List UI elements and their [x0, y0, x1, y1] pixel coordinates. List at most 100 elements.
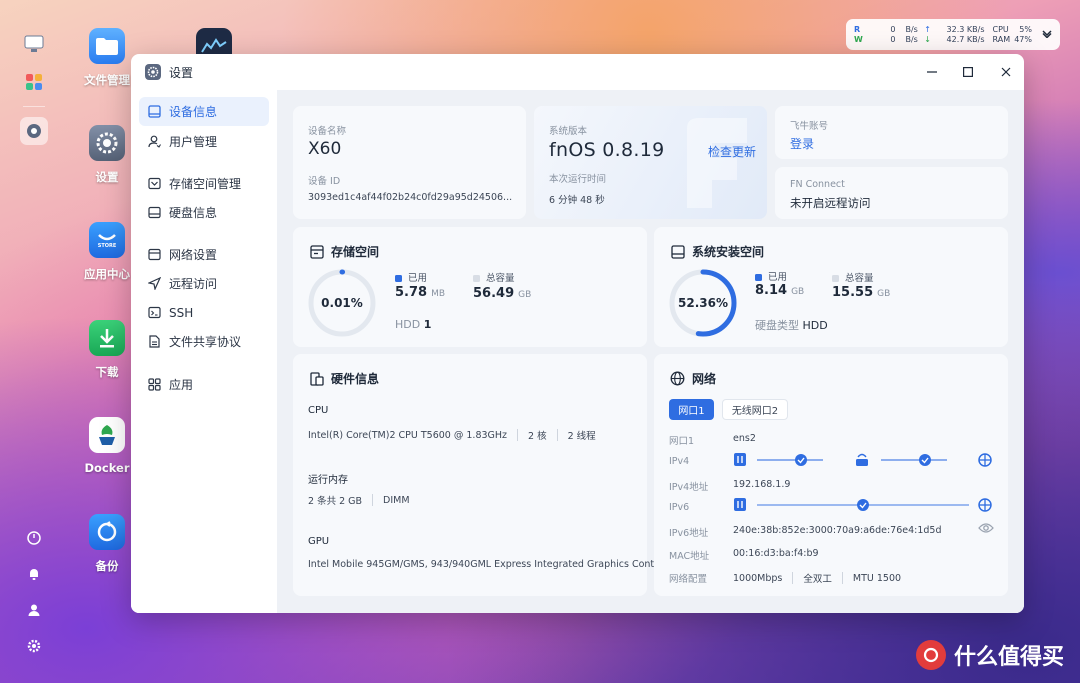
read-value: 0 [890, 24, 896, 34]
store-badge: STORE [97, 243, 117, 249]
download-arrow-icon: ↓ [924, 34, 931, 44]
maximize-button[interactable] [958, 62, 978, 82]
ram-info: 2 条共 2 GB DIMM [308, 493, 410, 507]
disk-icon [147, 206, 161, 220]
system-storage-card[interactable]: 系统安装空间 52.36% 已用 8.14 GB 总容量 15.55 GB 硬盘类型… [654, 227, 1008, 347]
system-storage-title: 系统安装空间 [670, 243, 764, 260]
ram-desc: 2 条共 2 GB [308, 496, 363, 507]
ssh-icon [147, 306, 161, 320]
user-icon[interactable] [20, 596, 48, 624]
app-label: 下载 [95, 365, 119, 379]
router-icon [856, 453, 868, 466]
divider [517, 429, 519, 441]
close-button[interactable] [996, 62, 1016, 82]
docker-icon [89, 417, 125, 453]
sidebar-item-users[interactable]: 用户管理 [139, 127, 269, 156]
storage-total-unit: GB [518, 290, 532, 300]
cpu-label: CPU [308, 405, 329, 416]
sidebar-item-storage[interactable]: 存储空间管理 [139, 169, 269, 198]
cpu-info: Intel(R) Core(TM)2 CPU T5600 @ 1.83GHz 2… [308, 428, 596, 442]
storage-used-number: 5.78 [395, 285, 428, 300]
window-title: 设置 [169, 65, 194, 80]
device-card: 设备名称 X60 设备 ID 3093ed1c4af44f02b24c0fd29… [293, 106, 526, 219]
storage-total-value: 56.49 GB [473, 286, 531, 301]
system-monitor-widget[interactable]: R W 0 0 B/s B/s ↑ ↓ 32.3 KB/s 42.7 KB/s … [846, 19, 1060, 50]
sidebar-item-label: 用户管理 [169, 135, 218, 149]
storage-used-label: 已用 [395, 270, 427, 284]
sidebar-item-remote[interactable]: 远程访问 [139, 269, 269, 298]
power-icon[interactable] [20, 524, 48, 552]
fn-connect-status: 未开启远程访问 [790, 196, 871, 210]
settings-content: 设备名称 X60 设备 ID 3093ed1c4af44f02b24c0fd29… [277, 90, 1024, 613]
network-title: 网络 [670, 370, 716, 387]
device-name-label: 设备名称 [308, 126, 347, 137]
login-link[interactable]: 登录 [790, 135, 814, 152]
folder-icon [89, 28, 125, 64]
mtu-value: MTU 1500 [852, 572, 902, 584]
store-icon: STORE [89, 222, 125, 258]
net-row-label: IPv4地址 [669, 482, 709, 493]
system-used-unit: GB [791, 287, 805, 297]
eye-icon[interactable] [978, 522, 994, 537]
storage-used-unit: MB [431, 289, 446, 299]
settings-dock-icon[interactable] [20, 117, 48, 145]
upload-speed: 32.3 KB/s [946, 24, 985, 34]
disk-type-label: 硬盘类型 [755, 319, 799, 332]
net-row-value: 192.168.1.9 [733, 479, 790, 490]
sidebar-item-apps[interactable]: 应用 [139, 370, 269, 399]
fn-connect-card[interactable]: FN Connect 未开启远程访问 [775, 167, 1008, 219]
app-label: 备份 [95, 559, 119, 573]
check-update-link[interactable]: 检查更新 [708, 143, 756, 160]
cpu-cores: 2 核 [528, 431, 547, 442]
sidebar-item-ssh[interactable]: SSH [139, 298, 269, 327]
desktop-icon[interactable] [20, 30, 48, 58]
system-total-unit: GB [877, 289, 891, 299]
sidebar-item-label: 硬盘信息 [169, 206, 218, 220]
sidebar-item-file-sharing[interactable]: 文件共享协议 [139, 327, 269, 356]
gear-icon[interactable] [20, 632, 48, 660]
device-id-label: 设备 ID [308, 176, 341, 187]
sidebar-item-network[interactable]: 网络设置 [139, 240, 269, 269]
net-row-label: MAC地址 [669, 551, 710, 562]
chevron-down-icon[interactable] [1042, 29, 1052, 40]
fn-connect-label: FN Connect [790, 179, 845, 190]
storage-title: 存储空间 [309, 243, 379, 260]
ipv6-topology [734, 498, 992, 512]
sidebar-item-device-info[interactable]: 设备信息 [139, 97, 269, 126]
settings-window: 设置 设备信息 用户管理 存储空间管理 硬盘信息 网络设置 远程访问 SSH 文… [131, 54, 1024, 613]
disk-type: 硬盘类型 HDD [755, 317, 828, 333]
net-row-label: IPv6 [669, 502, 690, 513]
duplex-mode: 全双工 [803, 574, 832, 585]
app-label: 文件管理 [84, 73, 130, 87]
storage-total-label: 总容量 [473, 270, 515, 284]
device-name: X60 [308, 139, 342, 159]
network-icon [147, 248, 161, 262]
settings-sidebar: 设备信息 用户管理 存储空间管理 硬盘信息 网络设置 远程访问 SSH 文件共享… [131, 90, 277, 613]
minimize-button[interactable] [922, 62, 942, 82]
account-label: 飞牛账号 [790, 121, 829, 132]
system-storage-percent: 52.36% [678, 296, 728, 310]
bell-icon[interactable] [20, 560, 48, 588]
legend-total-dot [473, 275, 480, 282]
divider [372, 494, 374, 506]
system-version-label: 系统版本 [549, 126, 588, 137]
tab-port1[interactable]: 网口1 [669, 399, 714, 420]
sidebar-item-label: 网络设置 [169, 248, 218, 262]
uptime-label: 本次运行时间 [549, 174, 607, 185]
sidebar-item-disk[interactable]: 硬盘信息 [139, 198, 269, 227]
net-row-value: 00:16:d3:ba:f4:b9 [733, 548, 819, 559]
apps-icon [147, 378, 161, 392]
net-row-label: 网络配置 [669, 574, 708, 585]
storage-card[interactable]: 存储空间 0.01% 已用 5.78 MB 总容量 56.49 GB HDD 1 [293, 227, 647, 347]
hardware-card: 硬件信息 CPU Intel(R) Core(TM)2 CPU T5600 @ … [293, 354, 663, 596]
app-grid-icon[interactable] [20, 68, 48, 96]
fnos-watermark-icon [687, 118, 747, 208]
ipv4-address: 192.168.1.9 [733, 479, 791, 490]
hardware-title-text: 硬件信息 [331, 372, 380, 386]
network-card: 网络 网口1 无线网口2 网口1 ens2 IPv4 IPv4地址 192.16… [654, 354, 1008, 596]
title-bar[interactable]: 设置 [131, 54, 1024, 90]
system-used-label: 已用 [755, 269, 787, 283]
settings-title-icon [145, 64, 161, 80]
tab-wireless-port2[interactable]: 无线网口2 [722, 399, 788, 420]
backup-icon [89, 514, 125, 550]
